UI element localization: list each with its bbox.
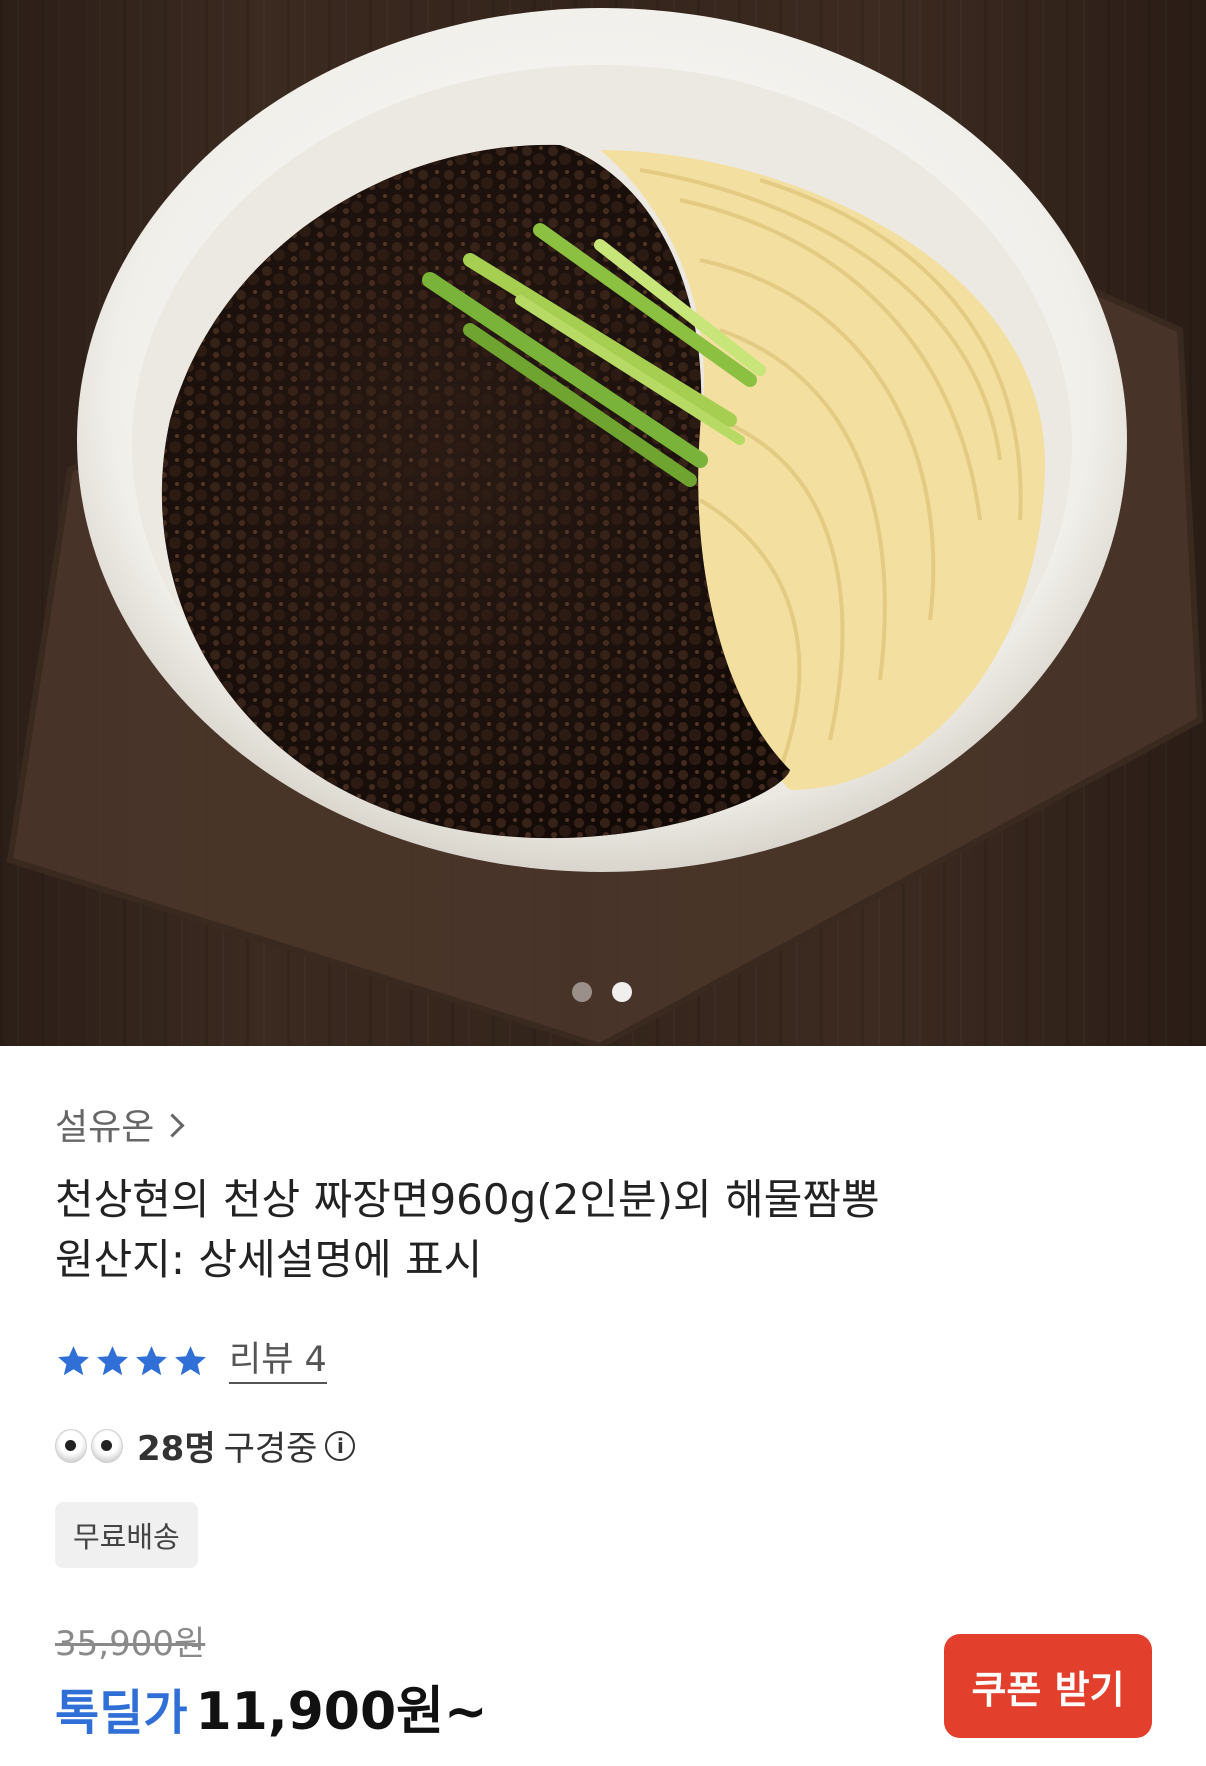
rating-stars bbox=[55, 1343, 209, 1380]
seller-link[interactable]: 설유온 bbox=[55, 1098, 185, 1150]
product-title: 천상현의 천상 짜장면960g(2인분)외 해물짬뽕 원산지: 상세설명에 표시 bbox=[55, 1170, 1155, 1290]
original-price: 35,900원 bbox=[55, 1624, 206, 1664]
jajangmyeon-photo bbox=[6, 8, 1204, 1046]
free-shipping-badge: 무료배송 bbox=[55, 1502, 198, 1568]
product-title-line1: 천상현의 천상 짜장면960g(2인분)외 해물짬뽕 bbox=[55, 1175, 880, 1224]
viewers-label: 구경중 bbox=[223, 1429, 318, 1469]
info-icon[interactable]: i bbox=[325, 1430, 356, 1461]
seller-name: 설유온 bbox=[55, 1107, 155, 1148]
star-icon bbox=[58, 1345, 89, 1375]
viewers-count: 28명 bbox=[137, 1429, 216, 1469]
eye-right bbox=[91, 1428, 123, 1463]
rating-row[interactable]: 리뷰 4 bbox=[55, 1338, 327, 1384]
review-link[interactable]: 리뷰 4 bbox=[229, 1338, 327, 1384]
carousel-indicator bbox=[572, 982, 632, 1002]
deal-label: 톡딜가 bbox=[55, 1685, 188, 1741]
star-icon bbox=[97, 1345, 128, 1375]
deal-price: 11,900원~ bbox=[195, 1682, 488, 1742]
star-icon bbox=[175, 1345, 206, 1375]
carousel-dot-2[interactable] bbox=[612, 982, 632, 1002]
coupon-button[interactable]: 쿠폰 받기 bbox=[944, 1634, 1152, 1738]
viewers-row: 28명 구경중 i bbox=[55, 1421, 356, 1470]
deal-price-row: 톡딜가 11,900원~ bbox=[55, 1669, 488, 1744]
product-image[interactable] bbox=[0, 0, 1206, 1046]
carousel-dot-1[interactable] bbox=[572, 982, 592, 1002]
star-icon bbox=[136, 1345, 167, 1375]
eyes-icon bbox=[55, 1428, 123, 1463]
eye-left bbox=[55, 1428, 87, 1463]
chevron-right-icon bbox=[160, 1112, 185, 1138]
product-title-line2: 원산지: 상세설명에 표시 bbox=[55, 1235, 483, 1284]
